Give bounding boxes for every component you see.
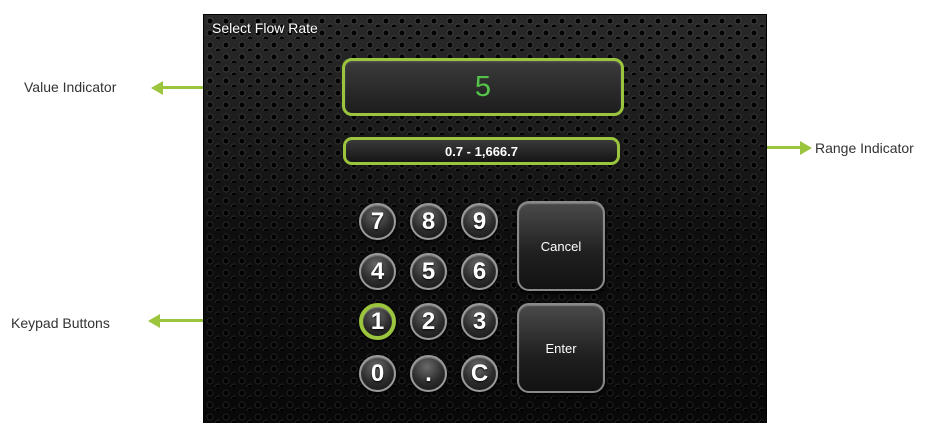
key-2[interactable]: 2 <box>410 303 447 340</box>
key-5[interactable]: 5 <box>410 253 447 290</box>
key-1[interactable]: 1 <box>359 303 396 340</box>
arrow-head-range <box>800 141 812 155</box>
cancel-button[interactable]: Cancel <box>517 201 605 291</box>
key-clear[interactable]: C <box>461 355 498 392</box>
key-decimal[interactable]: . <box>410 355 447 392</box>
key-3[interactable]: 3 <box>461 303 498 340</box>
key-6[interactable]: 6 <box>461 253 498 290</box>
screen-title: Select Flow Rate <box>212 20 318 36</box>
callout-keypad-buttons: Keypad Buttons <box>11 315 110 331</box>
key-0[interactable]: 0 <box>359 355 396 392</box>
range-text: 0.7 - 1,666.7 <box>445 143 518 159</box>
value-text: 5 <box>474 70 492 103</box>
flow-rate-screen: Select Flow Rate 5 0.7 - 1,666.7 7 8 9 4… <box>203 14 767 423</box>
range-indicator: 0.7 - 1,666.7 <box>343 137 620 165</box>
enter-button[interactable]: Enter <box>517 303 605 393</box>
key-4[interactable]: 4 <box>359 253 396 290</box>
callout-range-indicator: Range Indicator <box>815 140 914 156</box>
key-7[interactable]: 7 <box>359 203 396 240</box>
key-8[interactable]: 8 <box>410 203 447 240</box>
key-9[interactable]: 9 <box>461 203 498 240</box>
value-indicator: 5 <box>342 58 624 116</box>
callout-value-indicator: Value Indicator <box>24 79 117 95</box>
